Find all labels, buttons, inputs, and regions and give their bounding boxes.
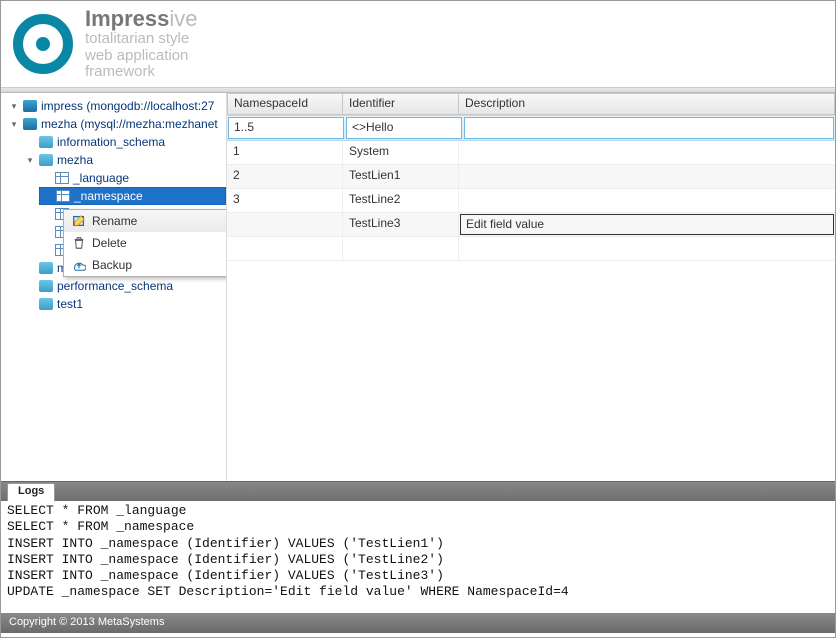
grid-row-empty[interactable] [227, 237, 835, 261]
grid-row[interactable]: TestLine3 Edit field value [227, 213, 835, 237]
footer-copyright: Copyright © 2013 MetaSystems [1, 613, 835, 633]
logo-icon [13, 14, 73, 74]
brand-light: ive [169, 6, 197, 31]
ctx-item-label: Backup [92, 258, 132, 272]
app-header: Impressive totalitarian style web applic… [1, 1, 835, 87]
logs-tabbar: Logs [1, 481, 835, 501]
data-grid: NamespaceId Identifier Description 1..5 … [227, 93, 835, 481]
database-icon [39, 298, 53, 310]
backup-icon [72, 258, 86, 272]
cell-identifier[interactable]: TestLine3 [343, 213, 459, 236]
ctx-delete[interactable]: Delete [64, 232, 227, 254]
cell-identifier[interactable]: TestLine2 [343, 189, 459, 212]
grid-row[interactable]: 1 System [227, 141, 835, 165]
database-icon [39, 136, 53, 148]
tree-node-label: performance_schema [57, 279, 173, 293]
collapse-icon[interactable]: ▾ [9, 119, 19, 130]
cell-namespaceid[interactable]: 2 [227, 165, 343, 188]
cell-identifier[interactable]: System [343, 141, 459, 164]
cell-namespaceid[interactable]: 1 [227, 141, 343, 164]
tree-pane: ▾ impress (mongodb://localhost:27 ▾ mezh… [1, 93, 227, 481]
cell-description-editing[interactable]: Edit field value [460, 214, 834, 235]
brand-sub3: framework [85, 64, 198, 81]
grid-col-description[interactable]: Description [459, 93, 835, 115]
ctx-backup[interactable]: Backup [64, 254, 227, 276]
filter-namespaceid[interactable]: 1..5 [228, 117, 344, 139]
tree-node-label: mezha [57, 153, 93, 167]
grid-col-identifier[interactable]: Identifier [343, 93, 459, 115]
tree-db-test1[interactable]: •test1 [23, 295, 226, 313]
collapse-icon[interactable]: ▾ [25, 155, 35, 166]
filter-identifier[interactable]: <>Hello [346, 117, 462, 139]
tree-root-impress[interactable]: ▾ impress (mongodb://localhost:27 [7, 97, 226, 115]
filter-description[interactable] [464, 117, 834, 139]
cell-identifier[interactable] [343, 237, 459, 260]
cell-namespaceid[interactable] [227, 213, 343, 236]
grid-header: NamespaceId Identifier Description [227, 93, 835, 115]
grid-row[interactable]: 3 TestLine2 [227, 189, 835, 213]
grid-filter-row: 1..5 <>Hello [227, 115, 835, 141]
brand-sub2: web application [85, 48, 198, 65]
ctx-item-label: Rename [92, 214, 137, 228]
database-icon [23, 118, 37, 130]
cell-description[interactable] [459, 165, 835, 188]
grid-row[interactable]: 2 TestLien1 [227, 165, 835, 189]
cell-description[interactable] [459, 237, 835, 260]
brand-sub1: totalitarian style [85, 31, 198, 48]
tree-db-mezha[interactable]: ▾ mezha [23, 151, 226, 169]
database-icon [39, 262, 53, 274]
tree-table-language[interactable]: •_language [39, 169, 226, 187]
cell-namespaceid[interactable] [227, 237, 343, 260]
cell-description[interactable] [459, 141, 835, 164]
tree-node-label: impress (mongodb://localhost:27 [41, 99, 214, 113]
db-tree[interactable]: ▾ impress (mongodb://localhost:27 ▾ mezh… [5, 97, 226, 313]
tree-db-information-schema[interactable]: •information_schema [23, 133, 226, 151]
cell-namespaceid[interactable]: 3 [227, 189, 343, 212]
database-icon [23, 100, 37, 112]
tree-table-namespace[interactable]: •_namespace [39, 187, 226, 205]
ctx-rename[interactable]: Rename [64, 210, 227, 232]
ctx-item-label: Delete [92, 236, 127, 250]
logs-output: SELECT * FROM _language SELECT * FROM _n… [1, 501, 835, 613]
cell-identifier[interactable]: TestLien1 [343, 165, 459, 188]
tree-node-label: test1 [57, 297, 83, 311]
table-icon [56, 190, 70, 202]
brand-text: Impressive totalitarian style web applic… [85, 7, 198, 81]
tree-node-label: mezha (mysql://mezha:mezhanet [41, 117, 218, 131]
cell-description[interactable] [459, 189, 835, 212]
tab-logs[interactable]: Logs [7, 483, 55, 501]
database-icon [39, 280, 53, 292]
database-icon [39, 154, 53, 166]
tree-db-performance-schema[interactable]: •performance_schema [23, 277, 226, 295]
context-menu: Rename Delete Backup [63, 209, 227, 277]
grid-col-namespaceid[interactable]: NamespaceId [227, 93, 343, 115]
brand-bold: Impress [85, 6, 169, 31]
rename-icon [72, 214, 86, 228]
tree-node-label: _namespace [74, 189, 143, 203]
table-icon [55, 172, 69, 184]
tree-node-label: _language [73, 171, 129, 185]
collapse-icon[interactable]: ▾ [9, 101, 19, 112]
tree-node-label: information_schema [57, 135, 165, 149]
tree-root-mezha[interactable]: ▾ mezha (mysql://mezha:mezhanet [7, 115, 226, 133]
delete-icon [72, 236, 86, 250]
